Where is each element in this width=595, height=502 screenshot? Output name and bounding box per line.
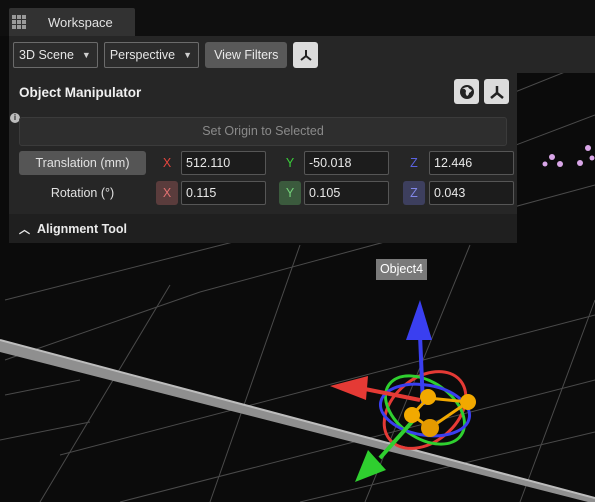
object-manipulator-panel: Object Manipulator i Set Origin to Selec…	[9, 73, 517, 243]
translation-row: Translation (mm) X 512.110 Y -50.018 Z 1…	[19, 151, 514, 175]
translation-y-field[interactable]: -50.018	[304, 151, 389, 175]
view-filters-button[interactable]: View Filters	[205, 41, 288, 68]
world-space-button[interactable]	[454, 79, 479, 104]
rotation-x-axis-button[interactable]: X	[156, 181, 178, 205]
rotation-y-axis-button[interactable]: Y	[279, 181, 301, 205]
axes-gizmo-icon	[489, 85, 504, 99]
translation-z-axis-label: Z	[410, 156, 418, 170]
grid-icon	[12, 15, 26, 29]
view-filters-label: View Filters	[214, 47, 279, 62]
panel-title: Object Manipulator	[19, 85, 142, 100]
tab-workspace[interactable]: Workspace	[9, 8, 135, 36]
translation-x-axis-label: X	[162, 156, 172, 170]
scene-dropdown[interactable]: 3D Scene ▼	[13, 41, 98, 68]
chevron-down-icon: ▼	[81, 49, 91, 60]
chevron-up-icon: ︿	[19, 223, 30, 236]
viewport-toolbar: 3D Scene ▼ Perspective ▼ View Filters	[9, 36, 595, 73]
tab-label: Workspace	[48, 14, 113, 30]
rotation-mode-button[interactable]: Rotation (°)	[19, 181, 146, 205]
alignment-tool-label: Alignment Tool	[37, 221, 128, 236]
scene-dropdown-label: 3D Scene	[19, 47, 74, 62]
local-axes-button[interactable]	[484, 79, 509, 104]
chevron-down-icon: ▼	[183, 49, 193, 60]
translation-x-field[interactable]: 512.110	[181, 151, 266, 175]
translation-z-field[interactable]: 12.446	[429, 151, 514, 175]
rotation-y-field[interactable]: 0.105	[304, 181, 389, 205]
rotation-row: Rotation (°) X 0.115 Y 0.105 Z 0.043	[19, 181, 514, 205]
translation-mode-button[interactable]: Translation (mm)	[19, 151, 146, 175]
rotation-z-field[interactable]: 0.043	[429, 181, 514, 205]
globe-icon	[459, 84, 474, 99]
translation-y-axis-label: Y	[285, 156, 295, 170]
tab-bar: Workspace	[0, 0, 595, 36]
rotation-x-field[interactable]: 0.115	[181, 181, 266, 205]
projection-dropdown-label: Perspective	[109, 47, 176, 62]
axes-gizmo-button[interactable]	[293, 41, 319, 68]
rotation-z-axis-button[interactable]: Z	[403, 181, 425, 205]
set-origin-button[interactable]: Set Origin to Selected	[19, 117, 507, 146]
axes-gizmo-icon	[300, 49, 312, 61]
projection-dropdown[interactable]: Perspective ▼	[103, 41, 200, 68]
object-label: Object4	[376, 259, 427, 280]
alignment-tool-header[interactable]: ︿ Alignment Tool	[9, 214, 517, 243]
